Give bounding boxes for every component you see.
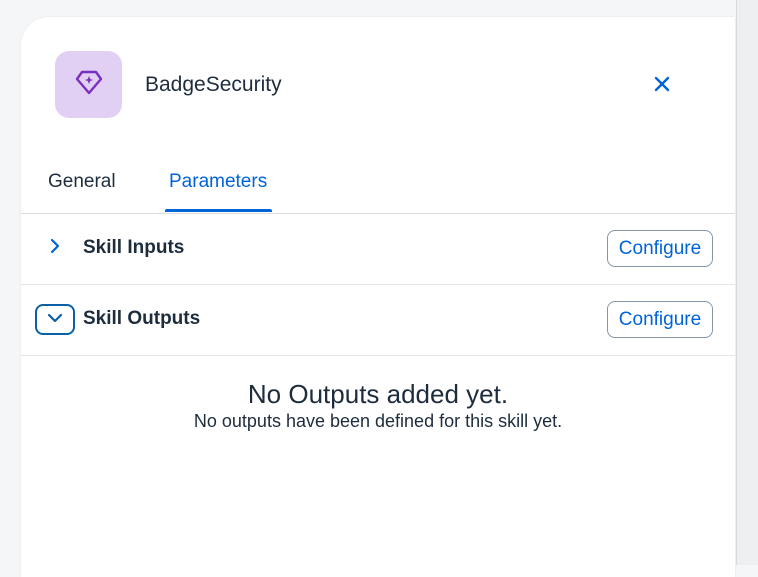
page-title: BadgeSecurity [145, 73, 282, 96]
tab-bar: General Parameters [21, 157, 735, 214]
scrollbar[interactable] [736, 0, 758, 565]
diamond-sparkle-icon [74, 67, 104, 102]
skill-outputs-section: Skill Outputs Configure [21, 285, 735, 356]
tab-selected-indicator [165, 209, 272, 212]
empty-state-subtitle: No outputs have been defined for this sk… [193, 411, 563, 431]
collapse-outputs-button[interactable] [35, 304, 75, 335]
configure-outputs-button[interactable]: Configure [607, 301, 713, 338]
empty-state-title: No Outputs added yet. [247, 379, 509, 409]
skill-detail-panel: BadgeSecurity General Parameters Skill I… [21, 17, 735, 577]
expand-inputs-button[interactable] [45, 236, 65, 260]
tab-parameters[interactable]: Parameters [169, 171, 267, 193]
skill-inputs-label: Skill Inputs [83, 237, 185, 258]
tab-general[interactable]: General [48, 171, 116, 193]
skill-outputs-label: Skill Outputs [83, 308, 201, 329]
chevron-right-icon [49, 238, 61, 259]
configure-inputs-button[interactable]: Configure [607, 230, 713, 267]
skill-avatar [55, 51, 122, 118]
close-icon [653, 75, 671, 98]
skill-inputs-section: Skill Inputs Configure [21, 214, 735, 285]
chevron-down-icon [47, 311, 63, 329]
close-button[interactable] [647, 71, 677, 101]
